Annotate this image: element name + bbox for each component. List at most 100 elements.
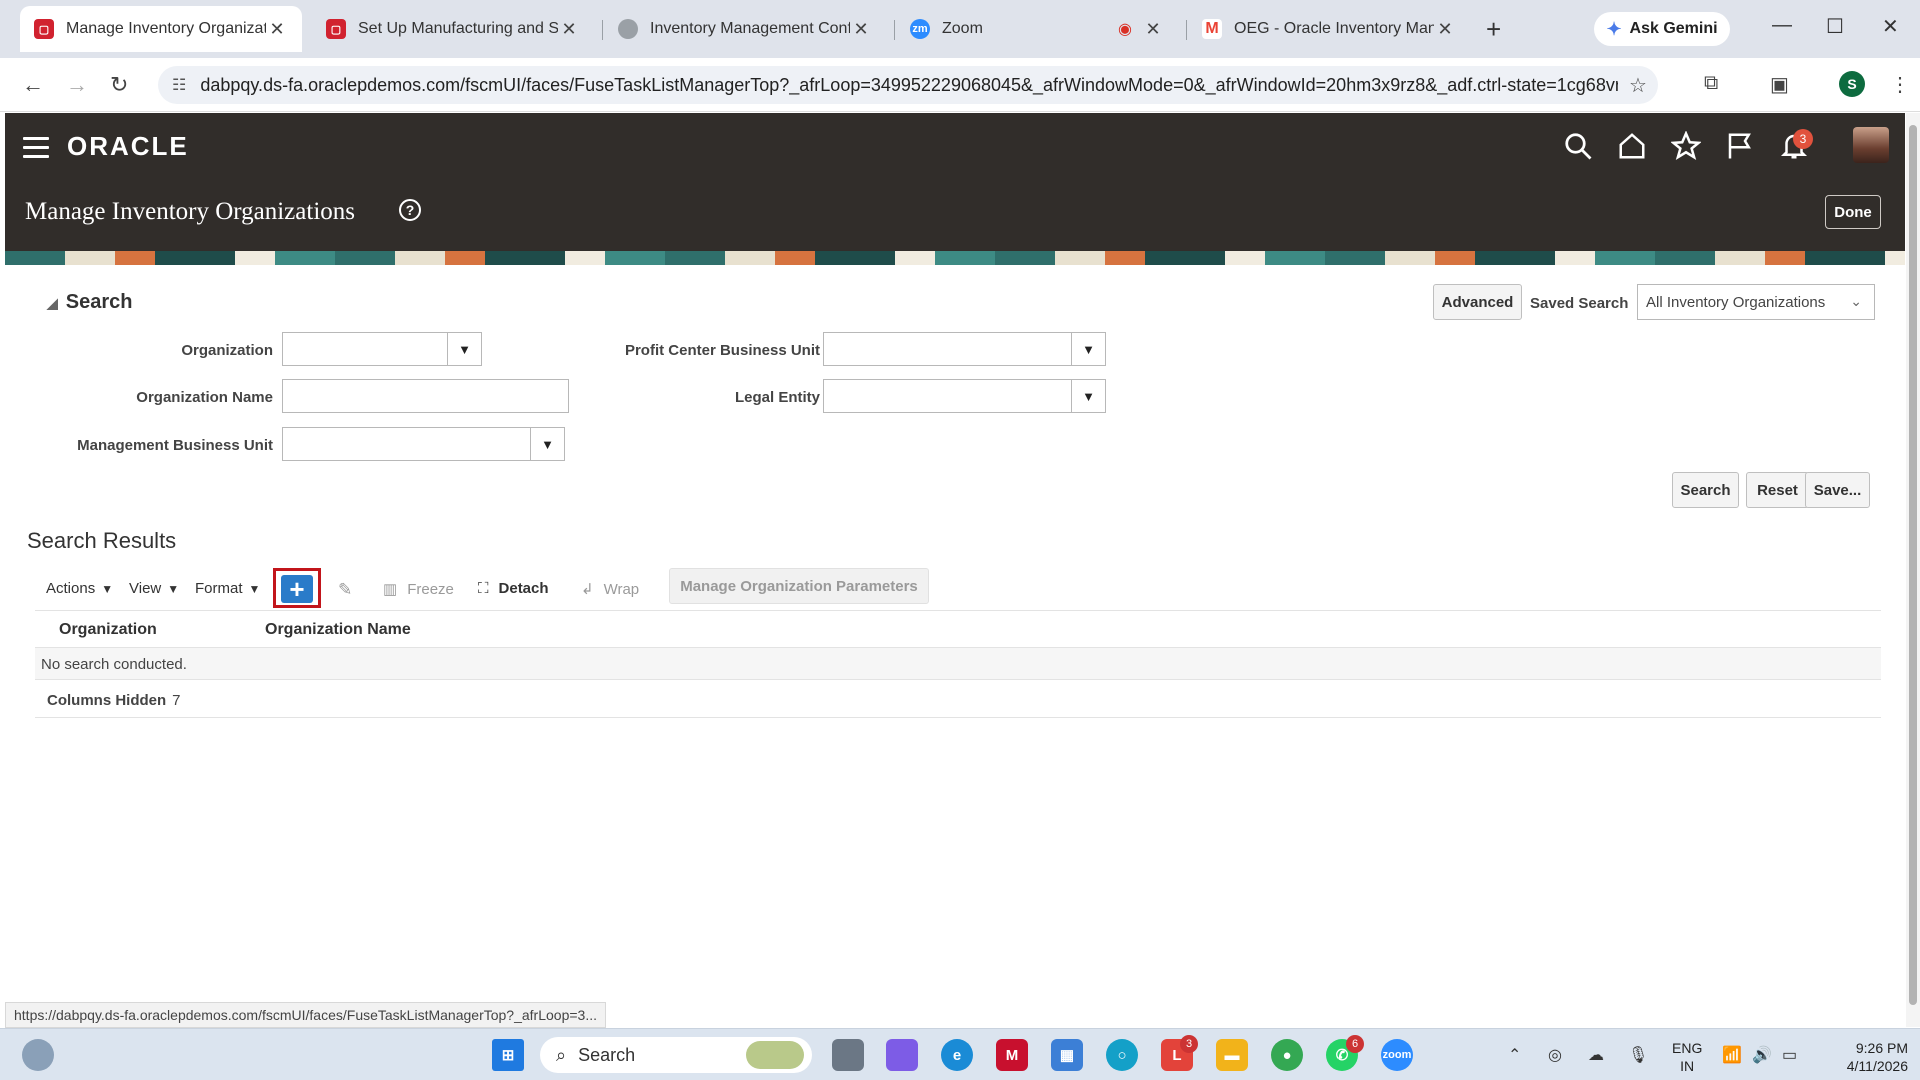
management-business-unit-field[interactable]: ▼ [282, 427, 565, 461]
dropdown-arrow-icon[interactable]: ▼ [1071, 380, 1105, 412]
volume-icon[interactable]: 🔊 [1752, 1045, 1772, 1065]
view-menu[interactable]: View ▼ [129, 580, 179, 597]
organization-name-field[interactable] [282, 379, 569, 413]
tab-set-up-manufacturing[interactable]: ▢ Set Up Manufacturing and Sup ✕ [312, 6, 594, 52]
saved-search-label: Saved Search [1530, 295, 1629, 312]
file-explorer-icon[interactable]: ▬ [1216, 1039, 1248, 1071]
home-icon[interactable] [1617, 131, 1651, 165]
address-bar[interactable]: ☷ dabpqy.ds-fa.oraclepdemos.com/fscmUI/f… [158, 66, 1658, 104]
taskbar-search[interactable]: ⌕ Search [540, 1037, 812, 1073]
tab-title: OEG - Oracle Inventory Manag [1234, 20, 1434, 37]
search-section-header[interactable]: ◢ Search [47, 291, 133, 314]
manage-organization-parameters-button[interactable]: Manage Organization Parameters [669, 568, 929, 604]
close-window-icon[interactable]: ✕ [1882, 14, 1899, 39]
close-tab-icon[interactable]: ✕ [558, 19, 580, 40]
reload-icon[interactable]: ↻ [110, 72, 128, 98]
scrollbar-thumb[interactable] [1909, 125, 1917, 1005]
search-icon[interactable] [1563, 131, 1597, 165]
add-button-highlight: + [273, 568, 321, 608]
dropdown-arrow-icon[interactable]: ▼ [530, 428, 564, 460]
chrome-icon[interactable]: ● [1271, 1039, 1303, 1071]
results-table: Organization Organization Name No search… [35, 610, 1881, 718]
navigator-menu-icon[interactable] [23, 137, 49, 164]
maximize-window-icon[interactable]: ☐ [1826, 14, 1844, 39]
done-button[interactable]: Done [1825, 195, 1881, 229]
close-tab-icon[interactable]: ✕ [1142, 19, 1164, 40]
battery-icon[interactable]: ▭ [1782, 1045, 1797, 1065]
wrap-button[interactable]: ↲ Wrap [581, 580, 639, 599]
detach-button[interactable]: ⛶ Detach [478, 580, 549, 597]
freeze-button[interactable]: ▥ Freeze [383, 580, 454, 599]
copilot-icon[interactable] [886, 1039, 918, 1071]
system-clock[interactable]: 9:26 PM 4/11/2026 [1828, 1039, 1908, 1075]
organization-field[interactable]: ▼ [282, 332, 482, 366]
add-row-button[interactable]: + [281, 575, 313, 603]
minimize-window-icon[interactable]: — [1772, 14, 1792, 37]
ask-gemini-label: Ask Gemini [1629, 20, 1718, 37]
close-tab-icon[interactable]: ✕ [850, 19, 872, 40]
close-tab-icon[interactable]: ✕ [1434, 19, 1456, 40]
watchlist-flag-icon[interactable] [1725, 131, 1759, 165]
column-header-organization[interactable]: Organization [59, 621, 157, 639]
profit-center-bu-field[interactable]: ▼ [823, 332, 1106, 366]
edit-pencil-icon[interactable]: ✎ [338, 580, 352, 600]
profit-center-bu-label: Profit Center Business Unit [624, 342, 820, 359]
lang-line-1: ENG [1672, 1040, 1703, 1056]
oracle-logo[interactable]: ORACLE [67, 131, 189, 162]
forward-arrow-icon[interactable]: → [66, 72, 88, 98]
weather-widget-icon[interactable] [22, 1039, 54, 1071]
onedrive-cloud-icon[interactable]: ☁ [1588, 1045, 1604, 1065]
zoom-app-icon[interactable]: zoom [1381, 1039, 1413, 1071]
ask-gemini-button[interactable]: ✦ Ask Gemini [1594, 12, 1730, 46]
dropdown-arrow-icon[interactable]: ▼ [1071, 333, 1105, 365]
search-section-title: Search [65, 291, 133, 313]
browser-menu-icon[interactable]: ⋮ [1890, 72, 1910, 97]
favorites-star-icon[interactable] [1670, 130, 1705, 165]
format-menu[interactable]: Format ▼ [195, 580, 260, 597]
dropdown-arrow-icon[interactable]: ▼ [447, 333, 481, 365]
column-header-organization-name[interactable]: Organization Name [265, 621, 411, 639]
edge-browser-icon[interactable]: e [941, 1039, 973, 1071]
page-title: Manage Inventory Organizations [25, 198, 355, 225]
microphone-icon[interactable]: 🎙 [1628, 1045, 1648, 1065]
windows-start-icon[interactable]: ⊞ [492, 1039, 524, 1071]
page-scrollbar[interactable] [1906, 113, 1920, 1027]
legal-entity-field[interactable]: ▼ [823, 379, 1106, 413]
tab-manage-inventory-organizations[interactable]: ▢ Manage Inventory Organizatic ✕ [20, 6, 302, 52]
site-settings-icon[interactable]: ☷ [172, 75, 186, 95]
tray-app-icon[interactable]: ◎ [1548, 1045, 1562, 1065]
globe-icon [618, 19, 638, 39]
caret-down-icon: ▼ [167, 581, 180, 596]
show-hidden-icons-chevron-icon[interactable]: ⌃ [1508, 1045, 1521, 1065]
back-arrow-icon[interactable]: ← [22, 72, 44, 98]
collapse-triangle-icon[interactable]: ◢ [47, 295, 58, 311]
extensions-icon[interactable]: ⧉ [1704, 72, 1718, 95]
tab-zoom[interactable]: zm Zoom ◉ ✕ [896, 6, 1178, 52]
tab-oeg-oracle-inventory[interactable]: M OEG - Oracle Inventory Manag ✕ [1188, 6, 1470, 52]
saved-search-select[interactable]: All Inventory Organizations ⌄ [1637, 284, 1875, 320]
input-language-indicator[interactable]: ENG IN [1672, 1039, 1702, 1075]
mcafee-icon[interactable]: M [996, 1039, 1028, 1071]
actions-menu[interactable]: Actions ▼ [46, 580, 113, 597]
columns-hidden-footer: Columns Hidden 7 [35, 680, 1881, 718]
save-button[interactable]: Save... [1805, 472, 1870, 508]
wifi-icon[interactable]: 📶 [1722, 1045, 1742, 1065]
user-avatar[interactable] [1853, 127, 1889, 163]
tab-search-icon[interactable]: ▣ [1770, 72, 1789, 97]
search-button[interactable]: Search [1672, 472, 1739, 508]
main-content: ◢ Search Organization ▼ Organization Name… [5, 265, 1905, 1015]
columns-hidden-count: 7 [172, 692, 181, 709]
reset-button[interactable]: Reset [1746, 472, 1809, 508]
profile-avatar[interactable]: S [1839, 71, 1865, 97]
task-view-icon[interactable] [832, 1039, 864, 1071]
close-tab-icon[interactable]: ✕ [266, 19, 288, 40]
advanced-button[interactable]: Advanced [1433, 284, 1522, 320]
microsoft-store-icon[interactable]: ▦ [1051, 1039, 1083, 1071]
alexa-icon[interactable]: ○ [1106, 1039, 1138, 1071]
new-tab-button[interactable]: + [1486, 14, 1501, 45]
bookmark-star-icon[interactable]: ☆ [1618, 73, 1658, 98]
help-icon[interactable]: ? [399, 199, 421, 221]
tab-inventory-management-config[interactable]: Inventory Management Config ✕ [604, 6, 886, 52]
format-label: Format [195, 580, 243, 597]
whatsapp-badge: 6 [1346, 1035, 1364, 1053]
